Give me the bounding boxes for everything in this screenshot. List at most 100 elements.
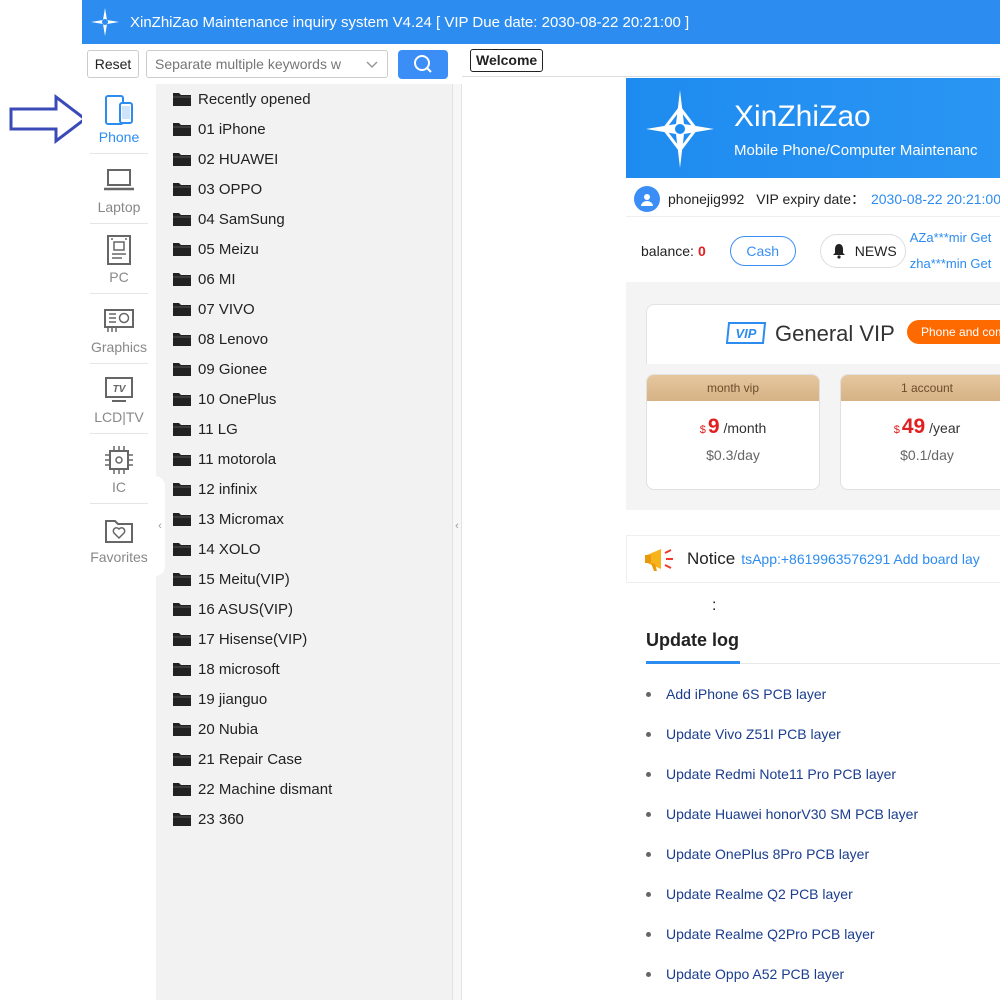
avatar[interactable] [634, 185, 660, 212]
category-pc[interactable]: PC [90, 224, 148, 294]
tree-folder-item[interactable]: 22 Machine dismant [156, 774, 452, 804]
tree-folder-item[interactable]: 16 ASUS(VIP) [156, 594, 452, 624]
category-sidebar: Phone Laptop PC Graphics TV LCD|TV IC Fa… [82, 84, 156, 1000]
bullet [646, 851, 651, 857]
phone-icon [105, 94, 133, 125]
chevron-down-icon[interactable] [365, 59, 379, 69]
tree-folder-item[interactable]: 18 microsoft [156, 654, 452, 684]
balance-label: balance: [641, 243, 694, 259]
tree-folder-item[interactable]: 02 HUAWEI [156, 144, 452, 174]
tv-icon: TV [105, 376, 133, 402]
update-log-item[interactable]: Update Realme Q2Pro PCB layer [646, 914, 918, 954]
tree-folder-item[interactable]: 03 OPPO [156, 174, 452, 204]
plan-per-day: $0.1/day [900, 447, 954, 463]
plan-per-day: $0.3/day [706, 447, 760, 463]
balance-value: 0 [697, 243, 706, 259]
colon-text: : [712, 597, 717, 614]
notice-bar: Notice tsApp:+8619963576291 Add board la… [626, 535, 1000, 583]
tree-folder-item[interactable]: 11 LG [156, 414, 452, 444]
tree-folder-item[interactable]: 14 XOLO [156, 534, 452, 564]
tree-folder-label: 01 iPhone [198, 120, 266, 138]
update-log-title[interactable]: Update log [646, 630, 739, 651]
tree-folder-item[interactable]: 04 SamSung [156, 204, 452, 234]
tree-folder-item[interactable]: 21 Repair Case [156, 744, 452, 774]
search-box[interactable] [146, 50, 388, 78]
notice-text[interactable]: tsApp:+8619963576291 Add board lay [741, 551, 980, 567]
bullet [646, 731, 651, 737]
update-log-item[interactable]: Add iPhone 6S PCB layer [646, 674, 918, 714]
megaphone-icon [645, 549, 673, 571]
tree-folder-item[interactable]: 11 motorola [156, 444, 452, 474]
notice-title: Notice [687, 549, 736, 568]
news-button[interactable]: NEWS [819, 234, 906, 268]
tree-folder-item[interactable]: 23 360 [156, 804, 452, 834]
plan-name: month vip [647, 375, 819, 401]
category-laptop[interactable]: Laptop [90, 154, 148, 224]
tab-welcome[interactable]: Welcome [470, 49, 544, 72]
banner-subtitle: Mobile Phone/Computer Maintenanc [734, 142, 978, 159]
tree-folder-label: 22 Machine dismant [198, 780, 333, 798]
news-ticker: AZa***mir Get zha***min Get [909, 230, 992, 271]
plan-price: $9/month [699, 415, 767, 438]
update-log-item[interactable]: Update Realme Q2 PCB layer [646, 874, 918, 914]
tree-folder-item[interactable]: Recently opened [156, 84, 452, 114]
category-ic[interactable]: IC [90, 434, 148, 504]
tree-folder-item[interactable]: 17 Hisense(VIP) [156, 624, 452, 654]
collapse-sidebar-handle[interactable]: ‹ [155, 476, 165, 576]
folder-icon [173, 723, 191, 736]
tree-folder-item[interactable]: 19 jianguo [156, 684, 452, 714]
folder-icon [173, 813, 191, 826]
update-log-item[interactable]: Update Oppo A52 PCB layer [646, 954, 918, 994]
folder-icon [173, 273, 191, 286]
update-log-item[interactable]: Update Vivo Z51I PCB layer [646, 714, 918, 754]
tree-folder-label: 06 MI [198, 270, 236, 288]
tree-folder-label: 11 motorola [198, 450, 277, 468]
category-favorites[interactable]: Favorites [90, 504, 148, 574]
graphics-card-icon [104, 308, 134, 332]
category-phone[interactable]: Phone [90, 84, 148, 154]
tree-folder-item[interactable]: 08 Lenovo [156, 324, 452, 354]
window-title: XinZhiZao Maintenance inquiry system V4.… [130, 13, 690, 31]
motherboard-icon [107, 234, 131, 265]
brand-folder-tree: Recently opened 01 iPhone 02 HUAWEI 03 OPPO… [156, 84, 452, 1000]
search-button[interactable] [398, 49, 448, 79]
category-graphics[interactable]: Graphics [90, 294, 148, 364]
welcome-page: XinZhiZao Mobile Phone/Computer Maintena… [462, 77, 1000, 1000]
vip-badge-icon: VIP [725, 322, 767, 344]
plan-1-account[interactable]: 1 account $49/year $0.1/day [840, 374, 1000, 490]
update-log-item[interactable]: Update OnePlus 8Pro PCB layer [646, 834, 918, 874]
tree-folder-item[interactable]: 20 Nubia [156, 714, 452, 744]
svg-text:VIP: VIP [736, 326, 757, 341]
tree-folder-label: 05 Meizu [198, 240, 259, 258]
update-log-list: Add iPhone 6S PCB layer Update Vivo Z51I … [646, 674, 918, 994]
bullet [646, 891, 651, 897]
search-icon [414, 55, 432, 73]
tree-folder-item[interactable]: 10 OnePlus [156, 384, 452, 414]
tree-folder-item[interactable]: 06 MI [156, 264, 452, 294]
tree-folder-item[interactable]: 01 iPhone [156, 114, 452, 144]
tree-folder-item[interactable]: 09 Gionee [156, 354, 452, 384]
tree-folder-item[interactable]: 13 Micromax [156, 504, 452, 534]
folder-icon [173, 123, 191, 136]
tree-folder-item[interactable]: 15 Meitu(VIP) [156, 564, 452, 594]
chip-icon [105, 445, 133, 474]
username: phonejig992 [668, 190, 745, 207]
plan-month-vip[interactable]: month vip $9/month $0.3/day [646, 374, 820, 490]
cash-button[interactable]: Cash [729, 236, 796, 266]
category-lcd-tv[interactable]: TV LCD|TV [90, 364, 148, 434]
bullet [646, 771, 651, 777]
update-log-item[interactable]: Update Redmi Note11 Pro PCB layer [646, 754, 918, 794]
update-log-item[interactable]: Update Huawei honorV30 SM PCB layer [646, 794, 918, 834]
left-margin [0, 0, 82, 1000]
folder-icon [173, 783, 191, 796]
search-input[interactable] [155, 56, 365, 72]
tree-folder-item[interactable]: 12 infinix [156, 474, 452, 504]
tree-folder-label: 03 OPPO [198, 180, 263, 198]
banner-title: XinZhiZao [734, 100, 871, 133]
laptop-icon [104, 168, 134, 190]
reset-button[interactable]: Reset [87, 50, 139, 78]
tree-folder-item[interactable]: 05 Meizu [156, 234, 452, 264]
tree-folder-item[interactable]: 07 VIVO [156, 294, 452, 324]
collapse-tree-handle[interactable]: ‹ [452, 476, 462, 576]
tab-bar: Welcome [462, 44, 1000, 77]
